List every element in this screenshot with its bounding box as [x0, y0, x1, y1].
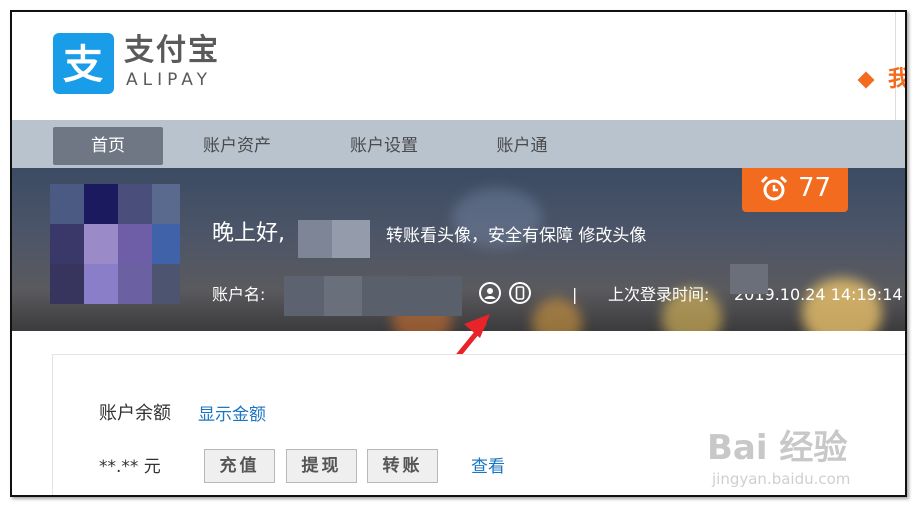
main-nav: 首页 账户资产 账户设置 账户通: [12, 120, 905, 168]
notification-badge[interactable]: 77: [742, 168, 848, 212]
blurred-username: [298, 220, 332, 258]
balance-label: 账户余额: [99, 403, 171, 424]
alarm-clock-icon: [760, 175, 788, 201]
blurred-login-info: [730, 264, 768, 294]
nav-item-home[interactable]: 首页: [53, 127, 163, 165]
badge-count: 77: [798, 173, 832, 203]
last-login-label: 上次登录时间:: [608, 285, 710, 304]
browser-frame: 支 支付宝 ALIPAY 我 首页 账户资产 账户设置 账户通: [10, 10, 907, 497]
baidu-watermark: Bai 经验: [707, 428, 848, 468]
transfer-button[interactable]: 转账: [367, 449, 438, 483]
nav-item-settings[interactable]: 账户设置: [329, 127, 439, 165]
blurred-account-name: [284, 276, 324, 316]
nav-item-assets[interactable]: 账户资产: [182, 127, 292, 165]
identity-verified-icon[interactable]: [479, 282, 501, 304]
svg-text:支: 支: [63, 42, 103, 88]
logo-cn-text: 支付宝: [124, 33, 220, 68]
view-link[interactable]: 查看: [471, 456, 505, 478]
withdraw-button[interactable]: 提现: [286, 449, 357, 483]
header-divider: [895, 12, 896, 120]
avatar[interactable]: [50, 184, 180, 304]
site-header: 支 支付宝 ALIPAY 我: [12, 12, 905, 120]
recharge-button[interactable]: 充值: [204, 449, 275, 483]
show-amount-link[interactable]: 显示金额: [198, 404, 266, 426]
orange-diamond-icon: [857, 71, 875, 89]
baidu-watermark-url: jingyan.baidu.com: [712, 470, 851, 488]
greeting-text: 晚上好,: [212, 221, 285, 246]
blurred-username: [332, 220, 370, 258]
header-corner-text[interactable]: 我: [888, 68, 905, 92]
phone-bound-icon[interactable]: [509, 282, 531, 304]
logo-en-text: ALIPAY: [126, 70, 212, 90]
nav-item-account-link[interactable]: 账户通: [467, 127, 577, 165]
balance-amount: **.** 元: [99, 457, 161, 477]
avatar-tip-text[interactable]: 转账看头像，安全有保障 修改头像: [386, 225, 646, 247]
account-name-label: 账户名:: [212, 285, 266, 304]
blurred-account-name: [324, 276, 362, 316]
alipay-logo-icon[interactable]: 支: [53, 33, 114, 94]
